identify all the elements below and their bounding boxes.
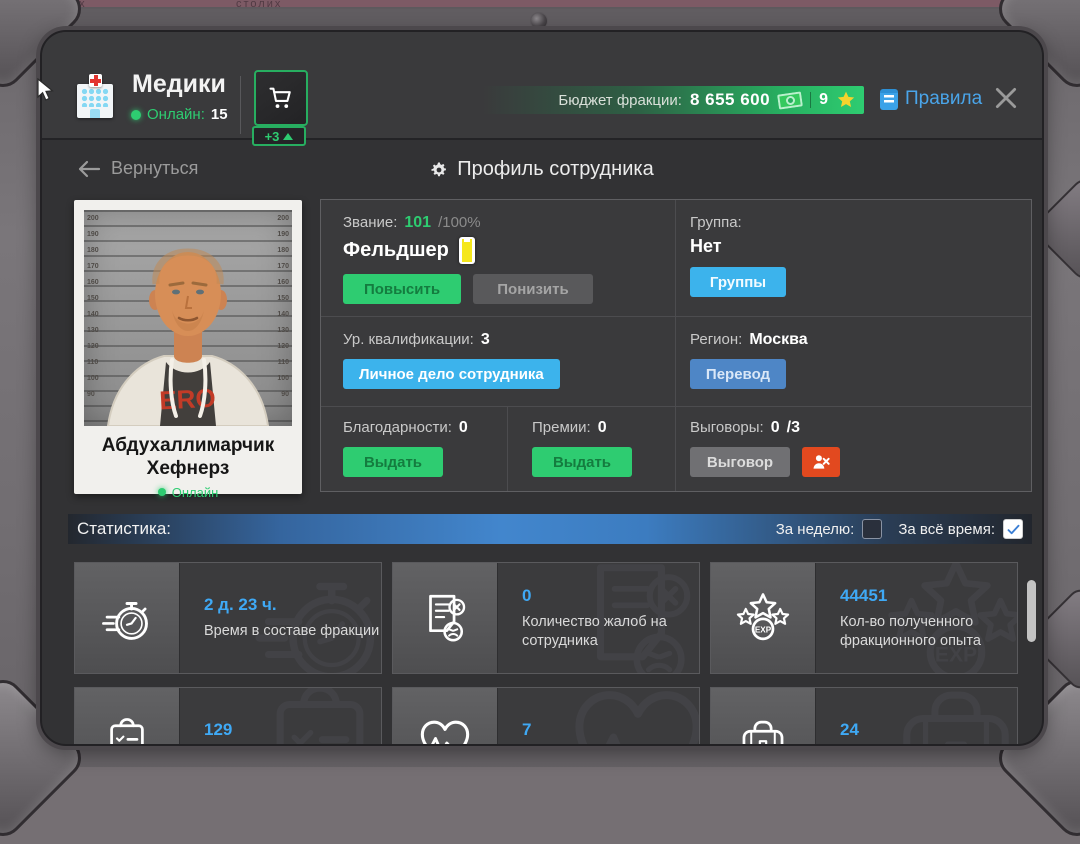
check-icon — [1006, 522, 1021, 537]
demote-button[interactable]: Понизить — [473, 274, 593, 304]
cart-badge[interactable]: +3 — [252, 126, 306, 146]
checklist-clipboard-icon — [75, 688, 180, 746]
group-value: Нет — [690, 236, 722, 257]
employee-online-status: Онлайн — [84, 485, 292, 500]
rank-title: Фельдшер — [343, 239, 449, 262]
stat-card-heartbeat: 7 Количество — [392, 687, 700, 746]
header-divider — [42, 138, 1042, 140]
rules-button[interactable]: Правила — [880, 88, 982, 110]
faction-name: Медики — [132, 70, 226, 99]
header-separator — [240, 76, 241, 134]
rank-insignia-icon — [459, 237, 475, 264]
faction-shop-button[interactable] — [254, 70, 308, 126]
stat-card-checklist: 129 Количество — [74, 687, 382, 746]
heartbeat-icon — [393, 688, 498, 746]
statistics-bar: Статистика: За неделю: За всё время: — [68, 514, 1032, 544]
app-screen: Медики Онлайн: 15 +3 Бюджет фракции: 8 6… — [40, 30, 1044, 746]
star-icon — [836, 90, 856, 110]
reprimand-button[interactable]: Выговор — [690, 447, 790, 477]
gear-icon — [430, 161, 448, 179]
groups-button[interactable]: Группы — [690, 267, 786, 297]
reprimand-section: Выговоры: 0 /3 Выговор — [676, 407, 1032, 493]
bonus-section: Премии: 0 Выдать — [508, 407, 675, 493]
money-icon — [778, 93, 802, 108]
close-icon — [993, 85, 1019, 111]
faction-online-status: Онлайн: 15 — [131, 106, 228, 123]
budget-separator — [810, 92, 811, 108]
background-world-text: столих — [236, 0, 282, 10]
region-section: Регион: Москва Перевод — [676, 317, 1032, 406]
game-tablet: а х столих Медики Онлайн: 15 +3 Бюджет ф… — [0, 0, 1080, 767]
employee-name: Абдухаллимарчик Хефнерз — [84, 435, 292, 481]
rulebook-icon — [880, 89, 898, 110]
online-dot-icon — [131, 110, 141, 120]
scrollbar-thumb[interactable] — [1027, 580, 1036, 642]
employee-portrait: ERO — [84, 210, 292, 426]
cart-icon — [267, 84, 295, 112]
give-thanks-button[interactable]: Выдать — [343, 447, 443, 477]
transfer-button[interactable]: Перевод — [690, 359, 786, 389]
qualification-section: Ур. квалификации: 3 Личное дело сотрудни… — [321, 317, 675, 406]
up-triangle-icon — [283, 133, 293, 140]
give-bonus-button[interactable]: Выдать — [532, 447, 632, 477]
thanks-section: Благодарности: 0 Выдать — [321, 407, 507, 493]
employee-profile-panel: Звание: 101 /100% Фельдшер Повысить Пони… — [320, 199, 1032, 492]
statistics-title: Статистика: — [77, 519, 171, 539]
complaints-document-icon — [393, 563, 498, 673]
week-filter-checkbox[interactable] — [862, 519, 882, 539]
stat-card-faction-exp: 44451 Кол-во полученного фракционного оп… — [710, 562, 1018, 674]
stat-card-complaints: 0 Количество жалоб на сотрудника — [392, 562, 700, 674]
employee-card: 20019018017016015014013012011010090 2001… — [74, 200, 302, 494]
fire-employee-button[interactable] — [802, 447, 840, 477]
promote-button[interactable]: Повысить — [343, 274, 461, 304]
faction-budget-bar: Бюджет фракции: 8 655 600 9 — [482, 86, 864, 114]
tablet-camera-dot — [530, 12, 548, 30]
group-section: Группа: Нет Группы — [676, 200, 1032, 316]
medkit-icon — [711, 688, 816, 746]
height-chart-marks: 20019018017016015014013012011010090 — [87, 215, 99, 398]
height-chart-marks: 20019018017016015014013012011010090 — [277, 215, 289, 398]
stopwatch-icon — [75, 563, 180, 673]
svg-text:ERO: ERO — [159, 383, 217, 416]
alltime-filter-checkbox[interactable] — [1003, 519, 1023, 539]
personal-file-button[interactable]: Личное дело сотрудника — [343, 359, 560, 389]
stat-card-time-in-faction: 2 д. 23 ч. Время в составе фракции — [74, 562, 382, 674]
page-title: Профиль сотрудника — [42, 158, 1042, 181]
mouse-cursor — [36, 78, 56, 102]
person-x-icon — [811, 452, 831, 472]
online-dot-icon — [158, 488, 166, 496]
stat-cards-grid: 2 д. 23 ч. Время в составе фракции 0 Кол… — [74, 562, 1018, 746]
employee-photo: 20019018017016015014013012011010090 2001… — [84, 210, 292, 426]
stopwatch-watermark-icon — [245, 563, 381, 673]
exp-stars-icon — [711, 563, 816, 673]
rank-section: Звание: 101 /100% Фельдшер Повысить Пони… — [321, 200, 675, 316]
close-button[interactable] — [990, 82, 1022, 114]
stat-card-medkit: 24 Количество — [710, 687, 1018, 746]
hospital-icon — [75, 74, 115, 120]
